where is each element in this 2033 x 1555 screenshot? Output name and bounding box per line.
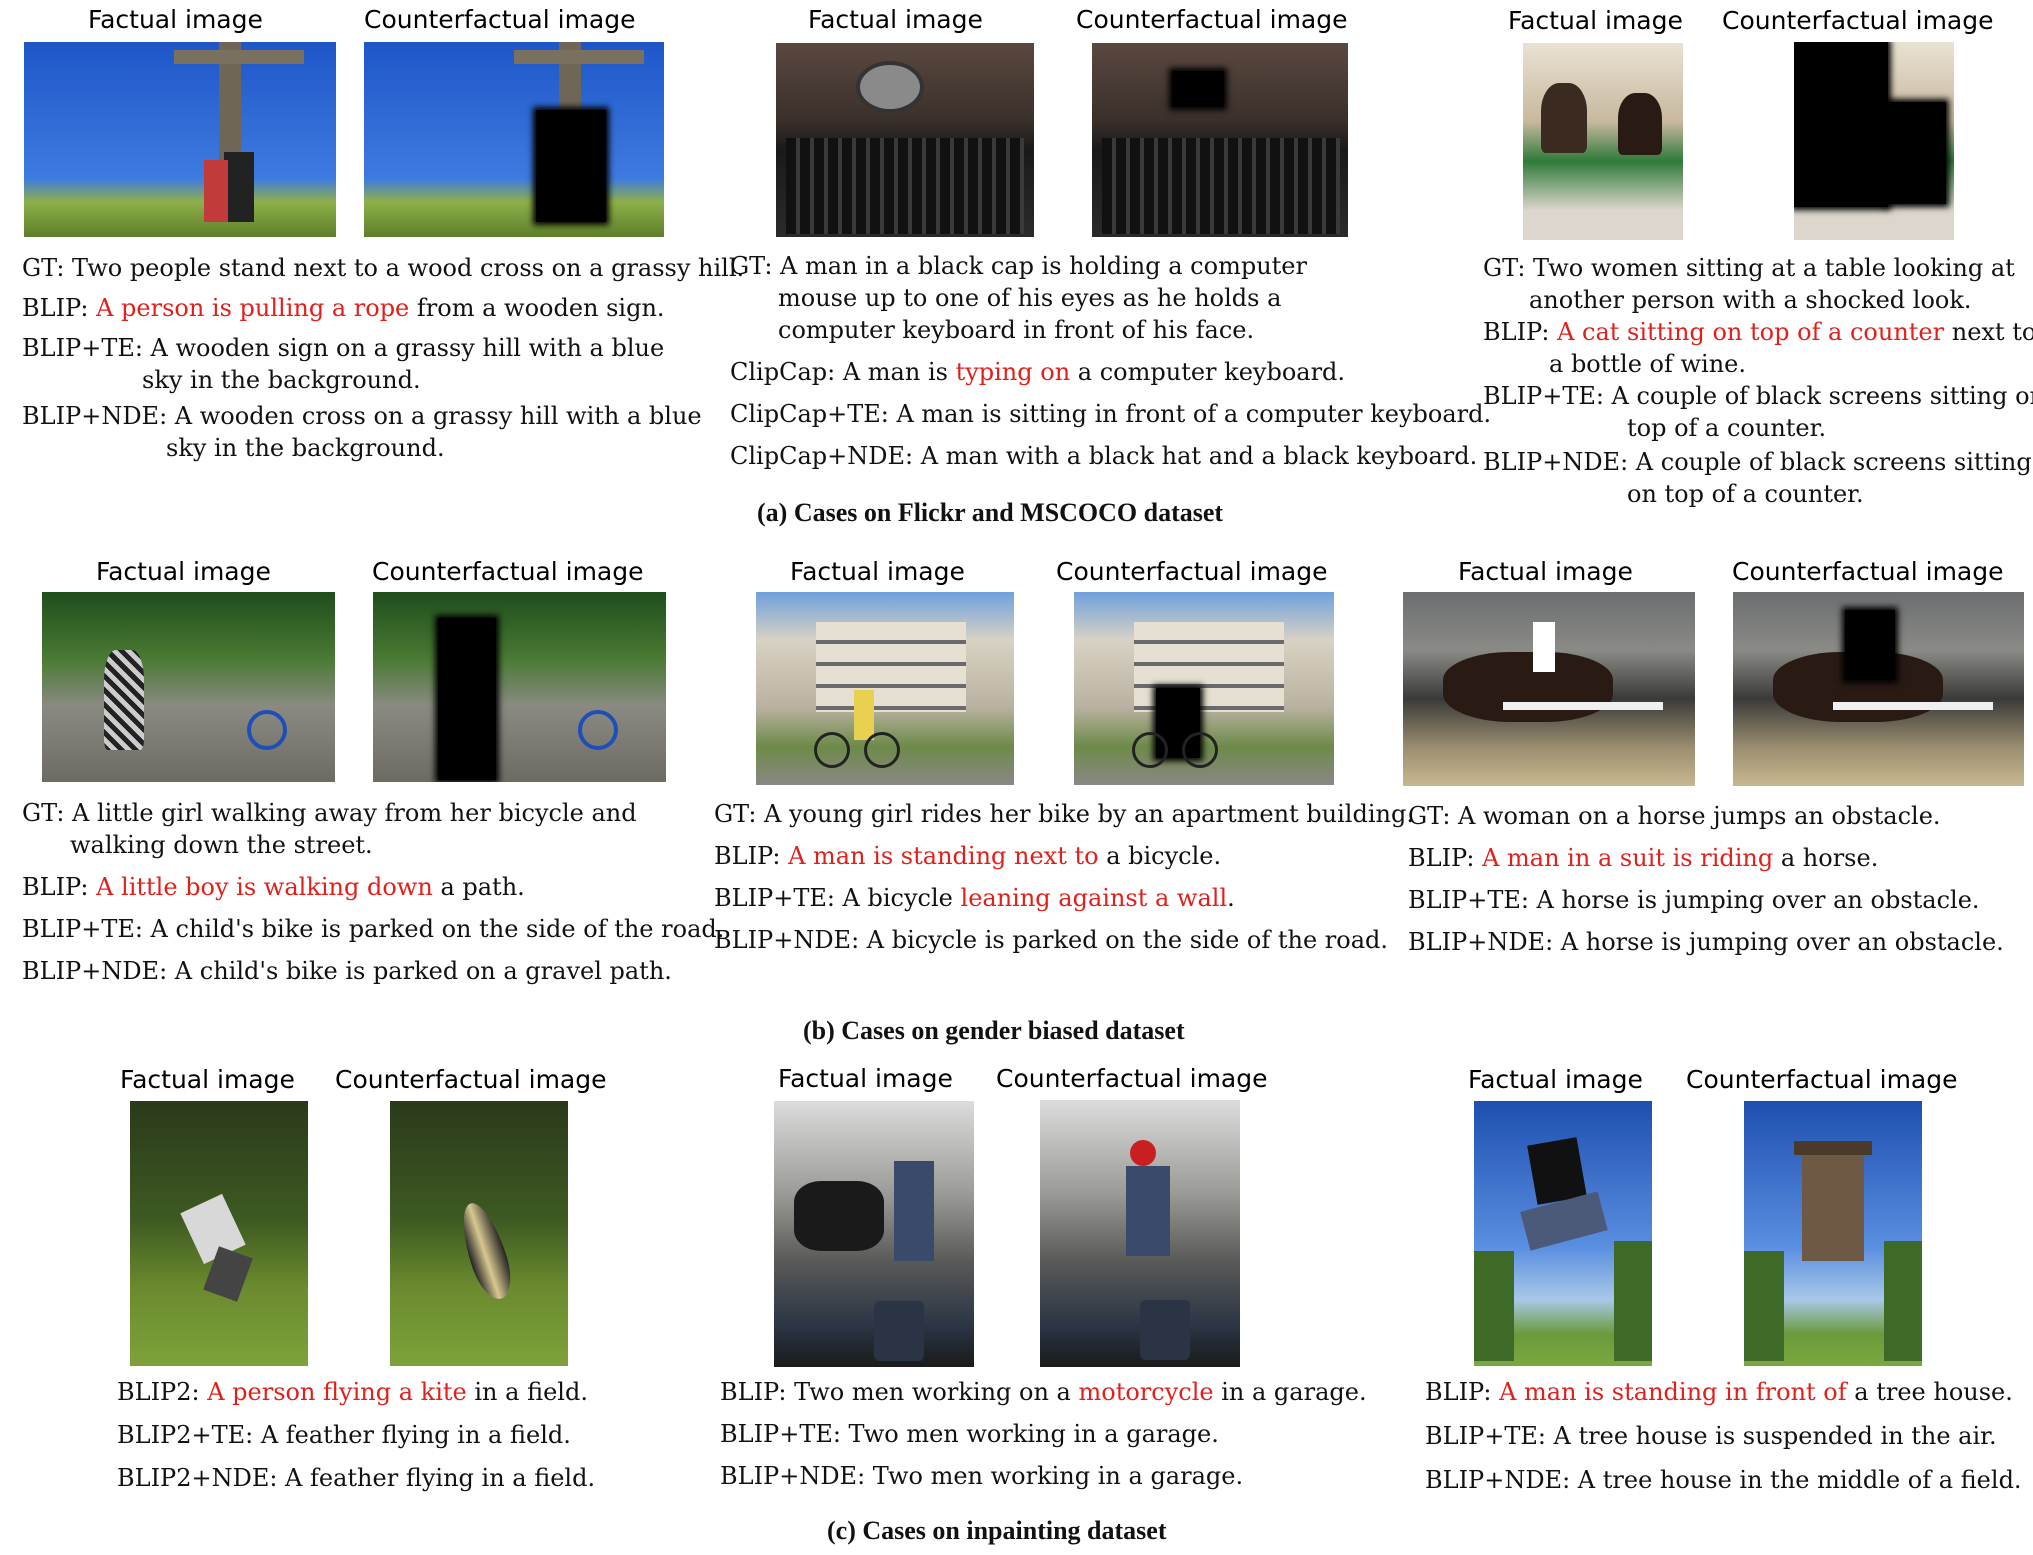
factual-image-man-jumping: [1474, 1101, 1652, 1366]
gt-caption-cont: another person with a shocked look.: [1529, 286, 1972, 314]
counterfactual-image-child-bike: [373, 592, 666, 782]
factual-image-cross-hill: [24, 42, 336, 237]
factual-image-child-bike: [42, 592, 335, 782]
caption-b1: GT: A little girl walking away from her …: [22, 797, 724, 987]
factual-image-horse-jump: [1403, 592, 1695, 786]
counterfactual-image-label: Counterfactual image: [1056, 557, 1328, 586]
counterfactual-image-label: Counterfactual image: [996, 1064, 1268, 1093]
counterfactual-image-cross-hill: [364, 42, 664, 237]
blip-caption-cont: a bottle of wine.: [1549, 350, 1747, 378]
blip-te-caption-cont: sky in the background.: [142, 366, 421, 394]
gt-caption: GT: Two women sitting at a table looking…: [1483, 254, 2015, 282]
blip-nde-caption: BLIP+NDE: A horse is jumping over an obs…: [1408, 928, 2004, 956]
factual-image-label: Factual image: [96, 557, 271, 586]
factual-image-label: Factual image: [790, 557, 965, 586]
counterfactual-image-garage-men: [1040, 1100, 1240, 1367]
factual-image-person-jumping-field: [130, 1101, 308, 1366]
counterfactual-image-horse-jump: [1733, 592, 2024, 786]
blip-caption: BLIP: A man is standing next to a bicycl…: [714, 842, 1222, 870]
blip-caption: BLIP: Two men working on a motorcycle in…: [720, 1378, 1367, 1406]
counterfactual-image-label: Counterfactual image: [372, 557, 644, 586]
factual-image-label: Factual image: [778, 1064, 953, 1093]
blip-caption: BLIP: A man in a suit is riding a horse.: [1408, 844, 1879, 872]
blip-nde-caption: BLIP+NDE: A couple of black screens sitt…: [1483, 448, 2032, 476]
blip-nde-caption-cont: on top of a counter.: [1627, 480, 1864, 508]
blip-nde-caption: BLIP+NDE: A child's bike is parked on a …: [22, 957, 672, 985]
counterfactual-image-label: Counterfactual image: [335, 1065, 607, 1094]
gt-caption-cont: walking down the street.: [70, 831, 373, 859]
factual-image-label: Factual image: [1458, 557, 1633, 586]
blip-te-caption: BLIP+TE: A couple of black screens sitti…: [1483, 382, 2033, 410]
caption-c3: BLIP: A man is standing in front of a tr…: [1425, 1376, 2022, 1496]
blip-nde-caption: BLIP+NDE: A wooden cross on a grassy hil…: [22, 402, 702, 430]
blip-nde-caption-cont: sky in the background.: [166, 434, 445, 462]
counterfactual-image-label: Counterfactual image: [1722, 6, 1994, 35]
gt-caption: GT: Two people stand next to a wood cros…: [22, 254, 745, 282]
factual-image-label: Factual image: [1468, 1065, 1643, 1094]
blip-te-caption: BLIP+TE: A child's bike is parked on the…: [22, 915, 725, 943]
counterfactual-image-tree-house: [1744, 1101, 1922, 1366]
counterfactual-image-label: Counterfactual image: [1732, 557, 2004, 586]
counterfactual-image-girl-bike: [1074, 592, 1334, 785]
gt-caption: GT: A woman on a horse jumps an obstacle…: [1408, 802, 1941, 830]
gt-caption: GT: A little girl walking away from her …: [22, 799, 637, 827]
blip-nde-caption: BLIP+NDE: A tree house in the middle of …: [1425, 1466, 2022, 1494]
blip2-te-caption: BLIP2+TE: A feather flying in a field.: [117, 1421, 571, 1449]
factual-image-label: Factual image: [808, 5, 983, 34]
counterfactual-image-two-women: [1794, 42, 1954, 240]
blip2-nde-caption: BLIP2+NDE: A feather flying in a field.: [117, 1464, 596, 1492]
caption-b3: GT: A woman on a horse jumps an obstacle…: [1408, 800, 2004, 958]
blip-te-caption: BLIP+TE: Two men working in a garage.: [720, 1420, 1219, 1448]
gt-caption: GT: A young girl rides her bike by an ap…: [714, 800, 1414, 828]
factual-image-two-women: [1523, 43, 1683, 240]
blip-te-caption: BLIP+TE: A tree house is suspended in th…: [1425, 1422, 1997, 1450]
gt-caption: GT: A man in a black cap is holding a co…: [730, 252, 1307, 280]
blip2-caption: BLIP2: A person flying a kite in a field…: [117, 1378, 588, 1406]
caption-a3: GT: Two women sitting at a table looking…: [1483, 252, 2033, 510]
factual-image-girl-bike: [756, 592, 1014, 785]
factual-image-label: Factual image: [88, 5, 263, 34]
counterfactual-image-label: Counterfactual image: [1686, 1065, 1958, 1094]
section-c-title: (c) Cases on inpainting dataset: [827, 1516, 1167, 1545]
caption-c2: BLIP: Two men working on a motorcycle in…: [720, 1376, 1367, 1492]
factual-image-label: Factual image: [1508, 6, 1683, 35]
blip-caption: BLIP: A person is pulling a rope from a …: [22, 294, 665, 322]
blip-te-caption: BLIP+TE: A horse is jumping over an obst…: [1408, 886, 1980, 914]
clipcap-te-caption: ClipCap+TE: A man is sitting in front of…: [730, 400, 1492, 428]
section-a-title: (a) Cases on Flickr and MSCOCO dataset: [757, 498, 1224, 527]
gt-caption-cont: computer keyboard in front of his face.: [778, 316, 1255, 344]
clipcap-caption: ClipCap: A man is typing on a computer k…: [730, 358, 1346, 386]
clipcap-nde-caption: ClipCap+NDE: A man with a black hat and …: [730, 442, 1478, 470]
counterfactual-image-label: Counterfactual image: [364, 5, 636, 34]
blip-te-caption: BLIP+TE: A wooden sign on a grassy hill …: [22, 334, 665, 362]
blip-te-caption: BLIP+TE: A bicycle leaning against a wal…: [714, 884, 1235, 912]
caption-c1: BLIP2: A person flying a kite in a field…: [117, 1376, 595, 1494]
blip-nde-caption: BLIP+NDE: Two men working in a garage.: [720, 1462, 1244, 1490]
blip-te-caption-cont: top of a counter.: [1627, 414, 1827, 442]
gt-caption-cont: mouse up to one of his eyes as he holds …: [778, 284, 1282, 312]
blip-nde-caption: BLIP+NDE: A bicycle is parked on the sid…: [714, 926, 1389, 954]
blip-caption: BLIP: A man is standing in front of a tr…: [1425, 1378, 2013, 1406]
factual-image-garage-motorcycle: [774, 1101, 974, 1367]
caption-a1: GT: Two people stand next to a wood cros…: [22, 252, 744, 464]
caption-b2: GT: A young girl rides her bike by an ap…: [714, 798, 1414, 956]
caption-a2: GT: A man in a black cap is holding a co…: [730, 250, 1491, 472]
counterfactual-image-label: Counterfactual image: [1076, 5, 1348, 34]
factual-image-keyboard-man: [776, 43, 1034, 237]
factual-image-label: Factual image: [120, 1065, 295, 1094]
blip-caption: BLIP: A little boy is walking down a pat…: [22, 873, 525, 901]
counterfactual-image-keyboard-man: [1092, 43, 1348, 237]
counterfactual-image-feather-field: [390, 1101, 568, 1366]
blip-caption: BLIP: A cat sitting on top of a counter …: [1483, 318, 2033, 346]
section-b-title: (b) Cases on gender biased dataset: [803, 1016, 1185, 1045]
